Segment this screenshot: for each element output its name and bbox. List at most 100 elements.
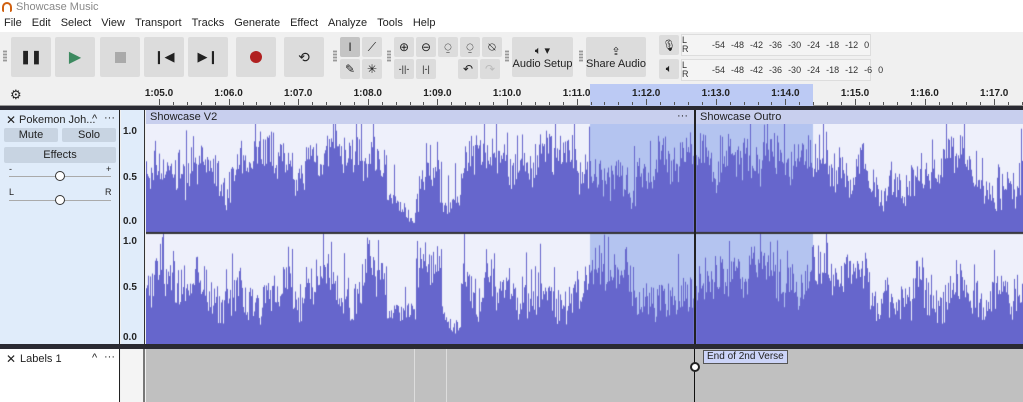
label[interactable]: End of 2nd Verse bbox=[703, 350, 788, 364]
toolbar-grip[interactable] bbox=[579, 50, 583, 62]
fit-selection-button[interactable]: ⍜ bbox=[438, 37, 458, 57]
track-menu-icon[interactable]: ··· bbox=[104, 351, 115, 363]
redo-button[interactable]: ↷ bbox=[480, 59, 500, 79]
pan-slider-thumb[interactable] bbox=[55, 195, 65, 205]
speaker-icon: 🔈︎ bbox=[665, 62, 673, 75]
audio-setup-button[interactable]: 🔈︎ ▾ Audio Setup bbox=[512, 37, 573, 77]
close-track-icon[interactable]: ✕ bbox=[6, 352, 16, 366]
menu-transport[interactable]: Transport bbox=[131, 15, 188, 32]
menu-file[interactable]: File bbox=[0, 15, 28, 32]
pan-left-label: L bbox=[9, 187, 15, 197]
menu-tracks[interactable]: Tracks bbox=[188, 15, 231, 32]
close-track-icon[interactable]: ✕ bbox=[6, 113, 16, 127]
pause-button[interactable]: ❚❚ bbox=[11, 37, 51, 77]
ruler-tick bbox=[687, 102, 689, 105]
label-track-name[interactable]: Labels 1 bbox=[20, 353, 62, 365]
undo-button[interactable]: ↶ bbox=[458, 59, 478, 79]
draw-tool[interactable]: ✎ bbox=[340, 59, 360, 79]
clip-header[interactable]: Showcase Outro bbox=[696, 110, 1023, 124]
fit-project-button[interactable]: ⍜ bbox=[460, 37, 480, 57]
record-button[interactable] bbox=[236, 37, 276, 77]
ruler-tick bbox=[855, 99, 856, 105]
ruler-tick bbox=[994, 99, 996, 105]
ruler-tick bbox=[172, 102, 174, 105]
meter-tick-label: -30 bbox=[788, 65, 802, 75]
ruler-tick bbox=[242, 102, 244, 105]
play-meter-button[interactable]: 🔈︎ bbox=[659, 59, 679, 79]
ruler-tick bbox=[186, 102, 188, 105]
ruler-label: 1:11.0 bbox=[562, 88, 591, 99]
stop-button[interactable] bbox=[100, 37, 140, 77]
menu-edit[interactable]: Edit bbox=[28, 15, 57, 32]
gain-slider-thumb[interactable] bbox=[55, 171, 65, 181]
menu-analyze[interactable]: Analyze bbox=[324, 15, 373, 32]
clip-name: Showcase V2 bbox=[150, 111, 218, 123]
envelope-icon: ⟋ bbox=[367, 39, 377, 54]
record-meter-button[interactable]: 🎙︎ bbox=[659, 35, 679, 55]
share-audio-button[interactable]: ⇪ Share Audio bbox=[586, 37, 646, 77]
guide-line bbox=[414, 349, 415, 402]
ruler-tick bbox=[952, 102, 954, 105]
skip-end-button[interactable]: ▶❙ bbox=[188, 37, 228, 77]
multi-tool[interactable]: ✳ bbox=[362, 59, 382, 79]
timeline-ruler[interactable]: ⚙ 1:05.0 1:06.0 1:07.0 1:08.0 1:09.0 1:10.0 1:… bbox=[0, 84, 1023, 106]
ruler-label: 1:10.0 bbox=[492, 88, 522, 99]
menu-generate[interactable]: Generate bbox=[230, 15, 286, 32]
ruler-tick bbox=[479, 102, 481, 105]
mute-button[interactable]: Mute bbox=[4, 128, 58, 142]
track-name[interactable]: Pokemon Joh... bbox=[19, 114, 95, 126]
zoom-toggle-button[interactable]: ⍉ bbox=[482, 37, 502, 57]
selection-tool[interactable]: I bbox=[340, 37, 360, 57]
ruler-tick bbox=[534, 102, 536, 105]
track-menu-icon[interactable]: ··· bbox=[104, 112, 115, 124]
zoom-selection-icon: ⍜ bbox=[444, 39, 452, 54]
gain-min-label: - bbox=[9, 164, 12, 174]
ruler-tick bbox=[437, 99, 439, 105]
ruler-label: 1:15.0 bbox=[840, 88, 870, 99]
menu-help[interactable]: Help bbox=[409, 15, 442, 32]
zoom-out-button[interactable]: ⊖ bbox=[416, 37, 436, 57]
ruler-tick bbox=[298, 99, 300, 105]
playback-meter[interactable]: L R -54 -48 -42 -36 -30 -24 -18 -12 -6 0 bbox=[681, 59, 883, 81]
zoom-in-icon: ⊕ bbox=[398, 40, 410, 54]
toolbar-grip[interactable] bbox=[3, 50, 7, 62]
toolbar-grip[interactable] bbox=[505, 50, 509, 62]
menu-select[interactable]: Select bbox=[57, 15, 98, 32]
meter-tick-label: -36 bbox=[769, 40, 783, 50]
loop-button[interactable]: ⟲ bbox=[284, 37, 324, 77]
play-button[interactable]: ▶ bbox=[55, 37, 95, 77]
clip-menu-icon[interactable]: ··· bbox=[677, 110, 688, 122]
ruler-tick bbox=[520, 102, 522, 105]
toolbar-grip[interactable] bbox=[387, 50, 391, 62]
envelope-tool[interactable]: ⟋ bbox=[362, 37, 382, 57]
toolbar-grip[interactable] bbox=[333, 50, 337, 62]
effects-button[interactable]: Effects bbox=[4, 147, 116, 163]
meter-tick-label: -42 bbox=[750, 40, 764, 50]
silence-button[interactable]: |-| bbox=[416, 59, 436, 79]
timeline-settings-button[interactable]: ⚙ bbox=[0, 84, 34, 106]
label-track-area[interactable] bbox=[146, 349, 1023, 402]
window-title: Showcase Music bbox=[16, 1, 99, 13]
menu-effect[interactable]: Effect bbox=[286, 15, 324, 32]
menu-tools[interactable]: Tools bbox=[373, 15, 409, 32]
trim-button[interactable]: -||- bbox=[394, 59, 414, 79]
gear-icon: ⚙ bbox=[10, 87, 22, 102]
solo-button[interactable]: Solo bbox=[62, 128, 116, 142]
clip-header[interactable]: Showcase V2 ··· bbox=[146, 110, 694, 124]
meter-tick-label: -42 bbox=[750, 65, 764, 75]
zoom-in-button[interactable]: ⊕ bbox=[394, 37, 414, 57]
ruler-tick bbox=[785, 99, 787, 105]
collapse-icon[interactable]: ^ bbox=[92, 113, 97, 125]
ruler-tick bbox=[409, 102, 411, 105]
ruler-tick bbox=[980, 102, 982, 105]
menu-view[interactable]: View bbox=[97, 15, 131, 32]
label-handle[interactable] bbox=[690, 362, 700, 372]
waveform[interactable] bbox=[146, 124, 1023, 344]
record-icon bbox=[250, 51, 262, 63]
guide-line bbox=[446, 349, 447, 402]
ruler-tick bbox=[576, 99, 578, 105]
record-meter[interactable]: L R -54 -48 -42 -36 -30 -24 -18 -12 0 bbox=[681, 34, 871, 56]
skip-start-button[interactable]: ❙◀ bbox=[144, 37, 184, 77]
collapse-icon[interactable]: ^ bbox=[92, 352, 97, 364]
pencil-icon: ✎ bbox=[344, 62, 356, 76]
